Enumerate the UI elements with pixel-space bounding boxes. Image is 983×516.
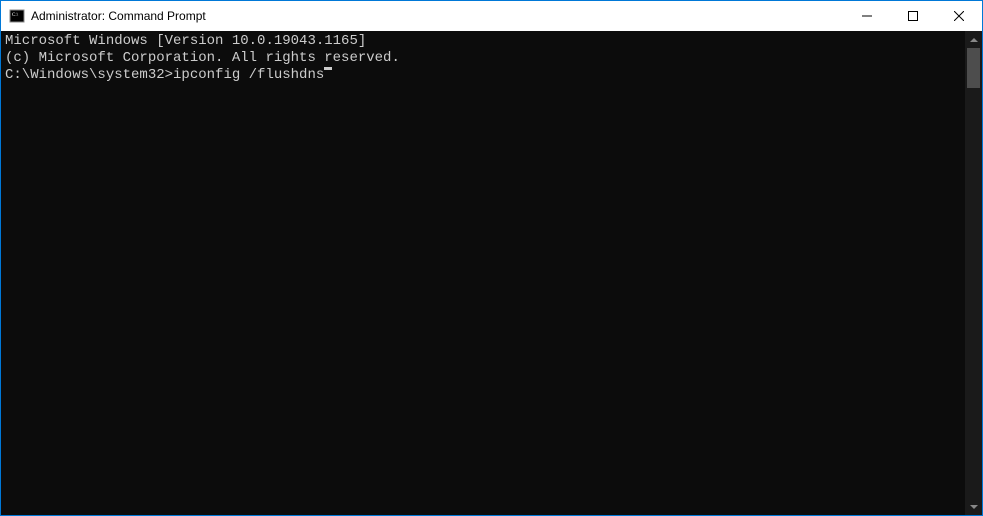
scroll-up-arrow[interactable] <box>965 31 982 48</box>
terminal-output[interactable]: Microsoft Windows [Version 10.0.19043.11… <box>1 31 965 515</box>
prompt-line: C:\Windows\system32>ipconfig /flushdns <box>5 67 965 84</box>
cmd-icon: C:\ <box>9 8 25 24</box>
minimize-button[interactable] <box>844 1 890 31</box>
typed-command: ipconfig /flushdns <box>173 67 324 84</box>
output-line: (c) Microsoft Corporation. All rights re… <box>5 50 965 67</box>
output-line: Microsoft Windows [Version 10.0.19043.11… <box>5 33 965 50</box>
command-prompt-window: C:\ Administrator: Command Prompt Micros… <box>0 0 983 516</box>
scroll-track[interactable] <box>965 48 982 498</box>
maximize-button[interactable] <box>890 1 936 31</box>
window-controls <box>844 1 982 31</box>
svg-text:C:\: C:\ <box>12 13 19 18</box>
vertical-scrollbar[interactable] <box>965 31 982 515</box>
titlebar[interactable]: C:\ Administrator: Command Prompt <box>1 1 982 31</box>
scroll-down-arrow[interactable] <box>965 498 982 515</box>
terminal-area: Microsoft Windows [Version 10.0.19043.11… <box>1 31 982 515</box>
close-button[interactable] <box>936 1 982 31</box>
prompt-path: C:\Windows\system32> <box>5 67 173 84</box>
cursor <box>324 67 332 70</box>
window-title: Administrator: Command Prompt <box>31 9 844 23</box>
scroll-thumb[interactable] <box>967 48 980 88</box>
